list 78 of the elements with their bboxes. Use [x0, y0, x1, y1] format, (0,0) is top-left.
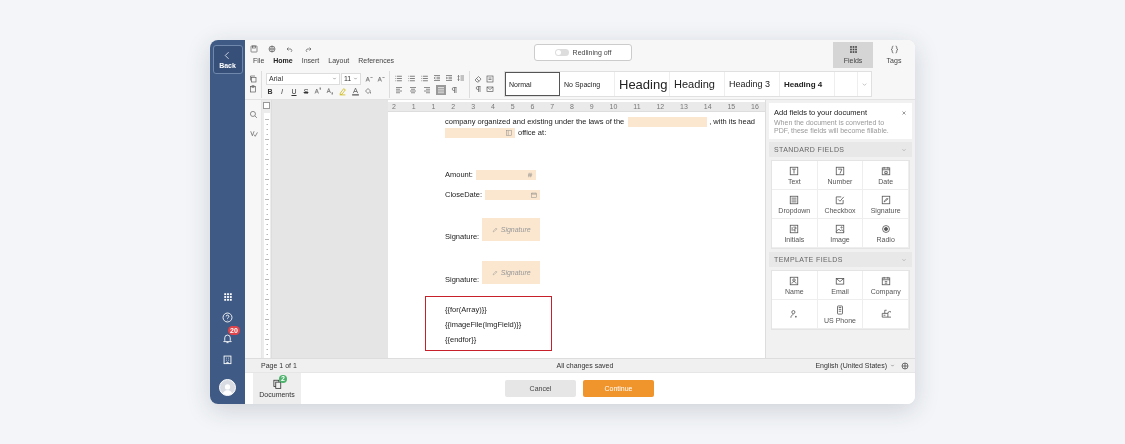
paste-icon[interactable] [249, 85, 257, 94]
caret-icon [890, 363, 895, 368]
eraser-icon[interactable] [474, 75, 482, 84]
avatar[interactable] [219, 379, 236, 396]
align-center-icon [409, 85, 417, 94]
undo-icon[interactable] [286, 45, 294, 54]
chevron-down-icon [901, 146, 907, 153]
justify-icon [437, 85, 445, 94]
search-icon[interactable] [248, 110, 258, 119]
align-button[interactable] [422, 84, 432, 95]
pen-icon [491, 269, 498, 276]
spellcheck-icon[interactable] [248, 129, 258, 138]
person-silhouette-icon [221, 382, 234, 395]
dropdown-field-icon [789, 194, 800, 205]
text-field[interactable] [628, 116, 708, 127]
email-field-icon [835, 275, 845, 286]
shrink-font-icon[interactable] [377, 74, 385, 83]
number-field[interactable] [475, 169, 536, 180]
signature-field-icon [880, 194, 891, 205]
align-button[interactable] [408, 84, 418, 95]
person-field-icon [789, 309, 800, 319]
pilcrow-icon[interactable] [474, 85, 482, 94]
tab-stop-selector[interactable] [263, 102, 270, 109]
align-button[interactable] [394, 84, 404, 95]
phone-field-icon [835, 304, 845, 315]
building-icon[interactable] [222, 354, 233, 365]
save-icon[interactable] [250, 45, 258, 54]
align-right-icon [423, 85, 431, 94]
field-tile[interactable] [863, 300, 909, 329]
name-field-icon [789, 275, 800, 286]
mailbox-field-icon [880, 309, 891, 319]
help-icon[interactable] [222, 312, 233, 323]
text-field-icon [789, 165, 800, 176]
grid-icon [848, 45, 858, 55]
radio-field-icon [880, 223, 891, 234]
superscript-icon[interactable] [314, 87, 322, 96]
shading-icon[interactable] [364, 87, 372, 96]
close-icon [901, 110, 907, 116]
outdent-icon[interactable] [433, 74, 441, 83]
font-color-icon[interactable] [351, 86, 360, 96]
copy-icon[interactable] [249, 75, 257, 84]
number-field-icon [835, 165, 845, 176]
field-tile[interactable] [772, 300, 818, 329]
close-button[interactable] [901, 108, 907, 116]
list-icon [506, 129, 512, 136]
dropdown-field[interactable] [445, 127, 515, 138]
apps-grid-icon[interactable] [222, 292, 233, 302]
align-button[interactable] [436, 84, 446, 95]
notifications-bell-icon[interactable] [222, 333, 233, 344]
redo-icon[interactable] [304, 45, 312, 54]
checkbox-field-icon [835, 194, 845, 205]
date-field-icon [880, 165, 891, 176]
chevron-down-icon [901, 256, 907, 263]
expand-chevron-icon[interactable] [861, 80, 868, 88]
documents-icon [272, 379, 282, 389]
numbered-list-icon[interactable] [407, 73, 416, 83]
company-field-icon [880, 275, 891, 286]
globe-icon[interactable] [901, 361, 909, 370]
globe-icon[interactable] [268, 45, 276, 54]
envelope-icon[interactable] [486, 85, 494, 94]
align-left-icon [395, 85, 403, 94]
caret-icon [332, 76, 337, 82]
calendar-icon [531, 191, 538, 198]
braces-icon [889, 45, 899, 55]
date-field[interactable] [485, 189, 541, 200]
multilevel-list-icon[interactable] [420, 73, 429, 83]
pilcrow-icon[interactable] [450, 85, 458, 94]
bullet-list-icon[interactable] [394, 73, 403, 83]
image-field-icon [835, 223, 845, 234]
line-spacing-icon[interactable] [457, 74, 465, 83]
subscript-icon[interactable] [326, 87, 334, 96]
text-style-icon[interactable] [486, 75, 494, 84]
hash-icon [526, 171, 533, 178]
initials-field-icon [789, 223, 800, 234]
indent-icon[interactable] [445, 74, 453, 83]
pen-icon [491, 226, 498, 233]
grow-font-icon[interactable] [365, 74, 373, 83]
caret-icon [353, 76, 358, 82]
